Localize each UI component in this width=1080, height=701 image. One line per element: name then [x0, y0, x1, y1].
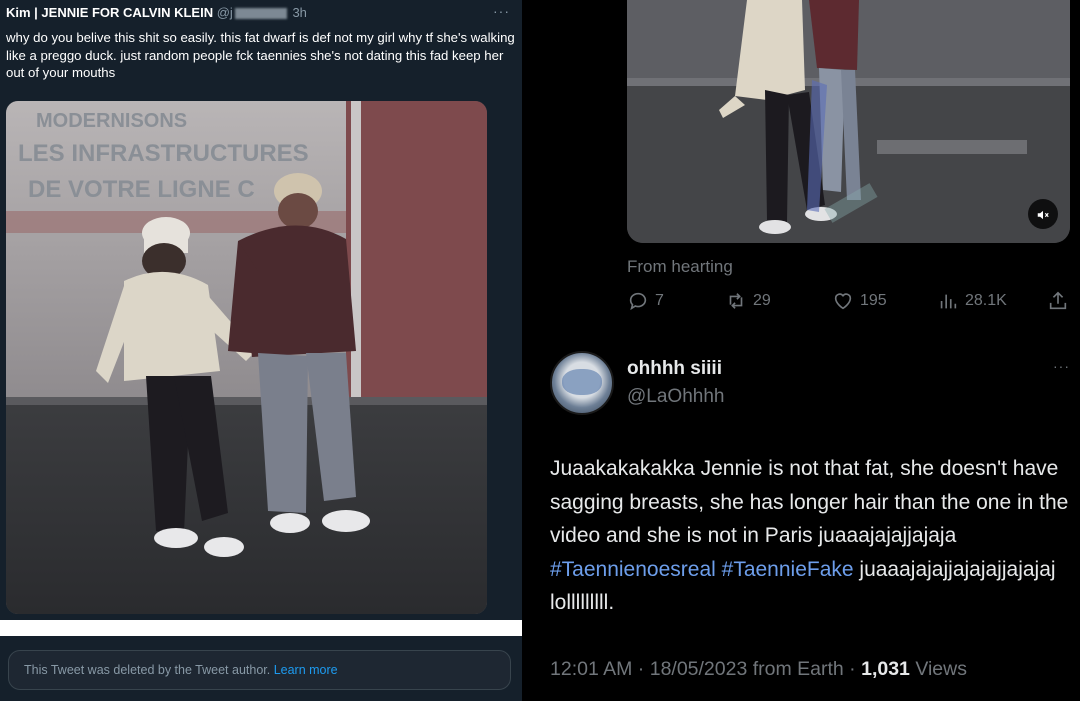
source-line[interactable]: From hearting	[627, 257, 733, 277]
sign-line-1: MODERNISONS	[36, 110, 187, 132]
hashtag-taennienoesreal[interactable]: #Taennienoesreal	[550, 558, 716, 581]
left-display-name[interactable]: Kim | JENNIE FOR CALVIN KLEIN	[6, 5, 213, 20]
views-count: 28.1K	[965, 292, 1007, 309]
like-button[interactable]: 195	[832, 290, 887, 312]
views-button[interactable]: 28.1K	[937, 290, 1007, 312]
left-tweet-header: Kim | JENNIE FOR CALVIN KLEIN @j 3h	[6, 5, 512, 21]
retweet-icon	[729, 293, 743, 309]
left-tweet-time[interactable]: 3h	[292, 5, 306, 20]
sign-line-2: LES INFRASTRUCTURES	[18, 140, 309, 167]
reply-tweet-text: Juaakakakakka Jennie is not that fat, sh…	[550, 452, 1070, 620]
mute-icon[interactable]	[1028, 199, 1058, 229]
tweet-actions-bar: 7 29 195 28.1K	[627, 290, 1075, 314]
left-tweet-media[interactable]: MODERNISONS LES INFRASTRUCTURES DE VOTRE…	[6, 101, 487, 614]
deleted-tweet-notice: This Tweet was deleted by the Tweet auth…	[8, 650, 511, 690]
hashtag-taenniefake[interactable]: #TaennieFake	[722, 558, 854, 581]
blurred-handle	[234, 8, 287, 20]
reply-views-number: 1,031	[861, 658, 910, 680]
reply-metadata: 12:01 AM · 18/05/2023 from Earth · 1,031…	[550, 658, 967, 681]
reply-count: 7	[655, 292, 664, 309]
left-tweet-text: why do you belive this shit so easily. t…	[6, 30, 515, 80]
right-screenshot-panel: From hearting 7 29 195 28.1K ohhhh siiii…	[522, 0, 1080, 701]
share-button[interactable]	[1047, 290, 1069, 312]
share-icon	[1049, 291, 1067, 310]
left-more-icon[interactable]: ···	[493, 3, 510, 19]
reply-timestamp[interactable]: 12:01 AM · 18/05/2023 from Earth ·	[550, 658, 861, 680]
retweet-button[interactable]: 29	[725, 290, 771, 312]
reply-text-part1: Juaakakakakka Jennie is not that fat, sh…	[550, 457, 1069, 547]
reply-display-name[interactable]: ohhhh siiii	[627, 358, 722, 380]
bar-chart-icon	[940, 294, 957, 309]
left-screenshot-panel: Kim | JENNIE FOR CALVIN KLEIN @j 3h ··· …	[0, 0, 522, 701]
reply-views-label: Views	[909, 658, 967, 680]
reply-icon	[629, 292, 647, 311]
speaker-muted-icon	[1037, 210, 1049, 219]
sign-line-3: DE VOTRE LIGNE C	[28, 176, 255, 203]
heart-icon	[834, 293, 852, 310]
reply-handle[interactable]: @LaOhhhh	[627, 386, 724, 408]
left-media-image: MODERNISONS LES INFRASTRUCTURES DE VOTRE…	[6, 101, 487, 614]
like-count: 195	[860, 292, 887, 309]
deleted-notice-text: This Tweet was deleted by the Tweet auth…	[24, 663, 271, 677]
left-handle[interactable]: @j	[217, 5, 233, 20]
reply-button[interactable]: 7	[627, 290, 664, 312]
reply-avatar[interactable]	[550, 351, 614, 415]
divider-strip	[0, 620, 522, 636]
bottom-edge	[0, 690, 522, 701]
reply-more-icon[interactable]: ···	[1053, 358, 1070, 374]
retweet-count: 29	[753, 292, 771, 309]
right-video-frame	[627, 0, 1070, 243]
learn-more-link[interactable]: Learn more	[274, 663, 338, 677]
right-tweet-video[interactable]	[627, 0, 1070, 243]
